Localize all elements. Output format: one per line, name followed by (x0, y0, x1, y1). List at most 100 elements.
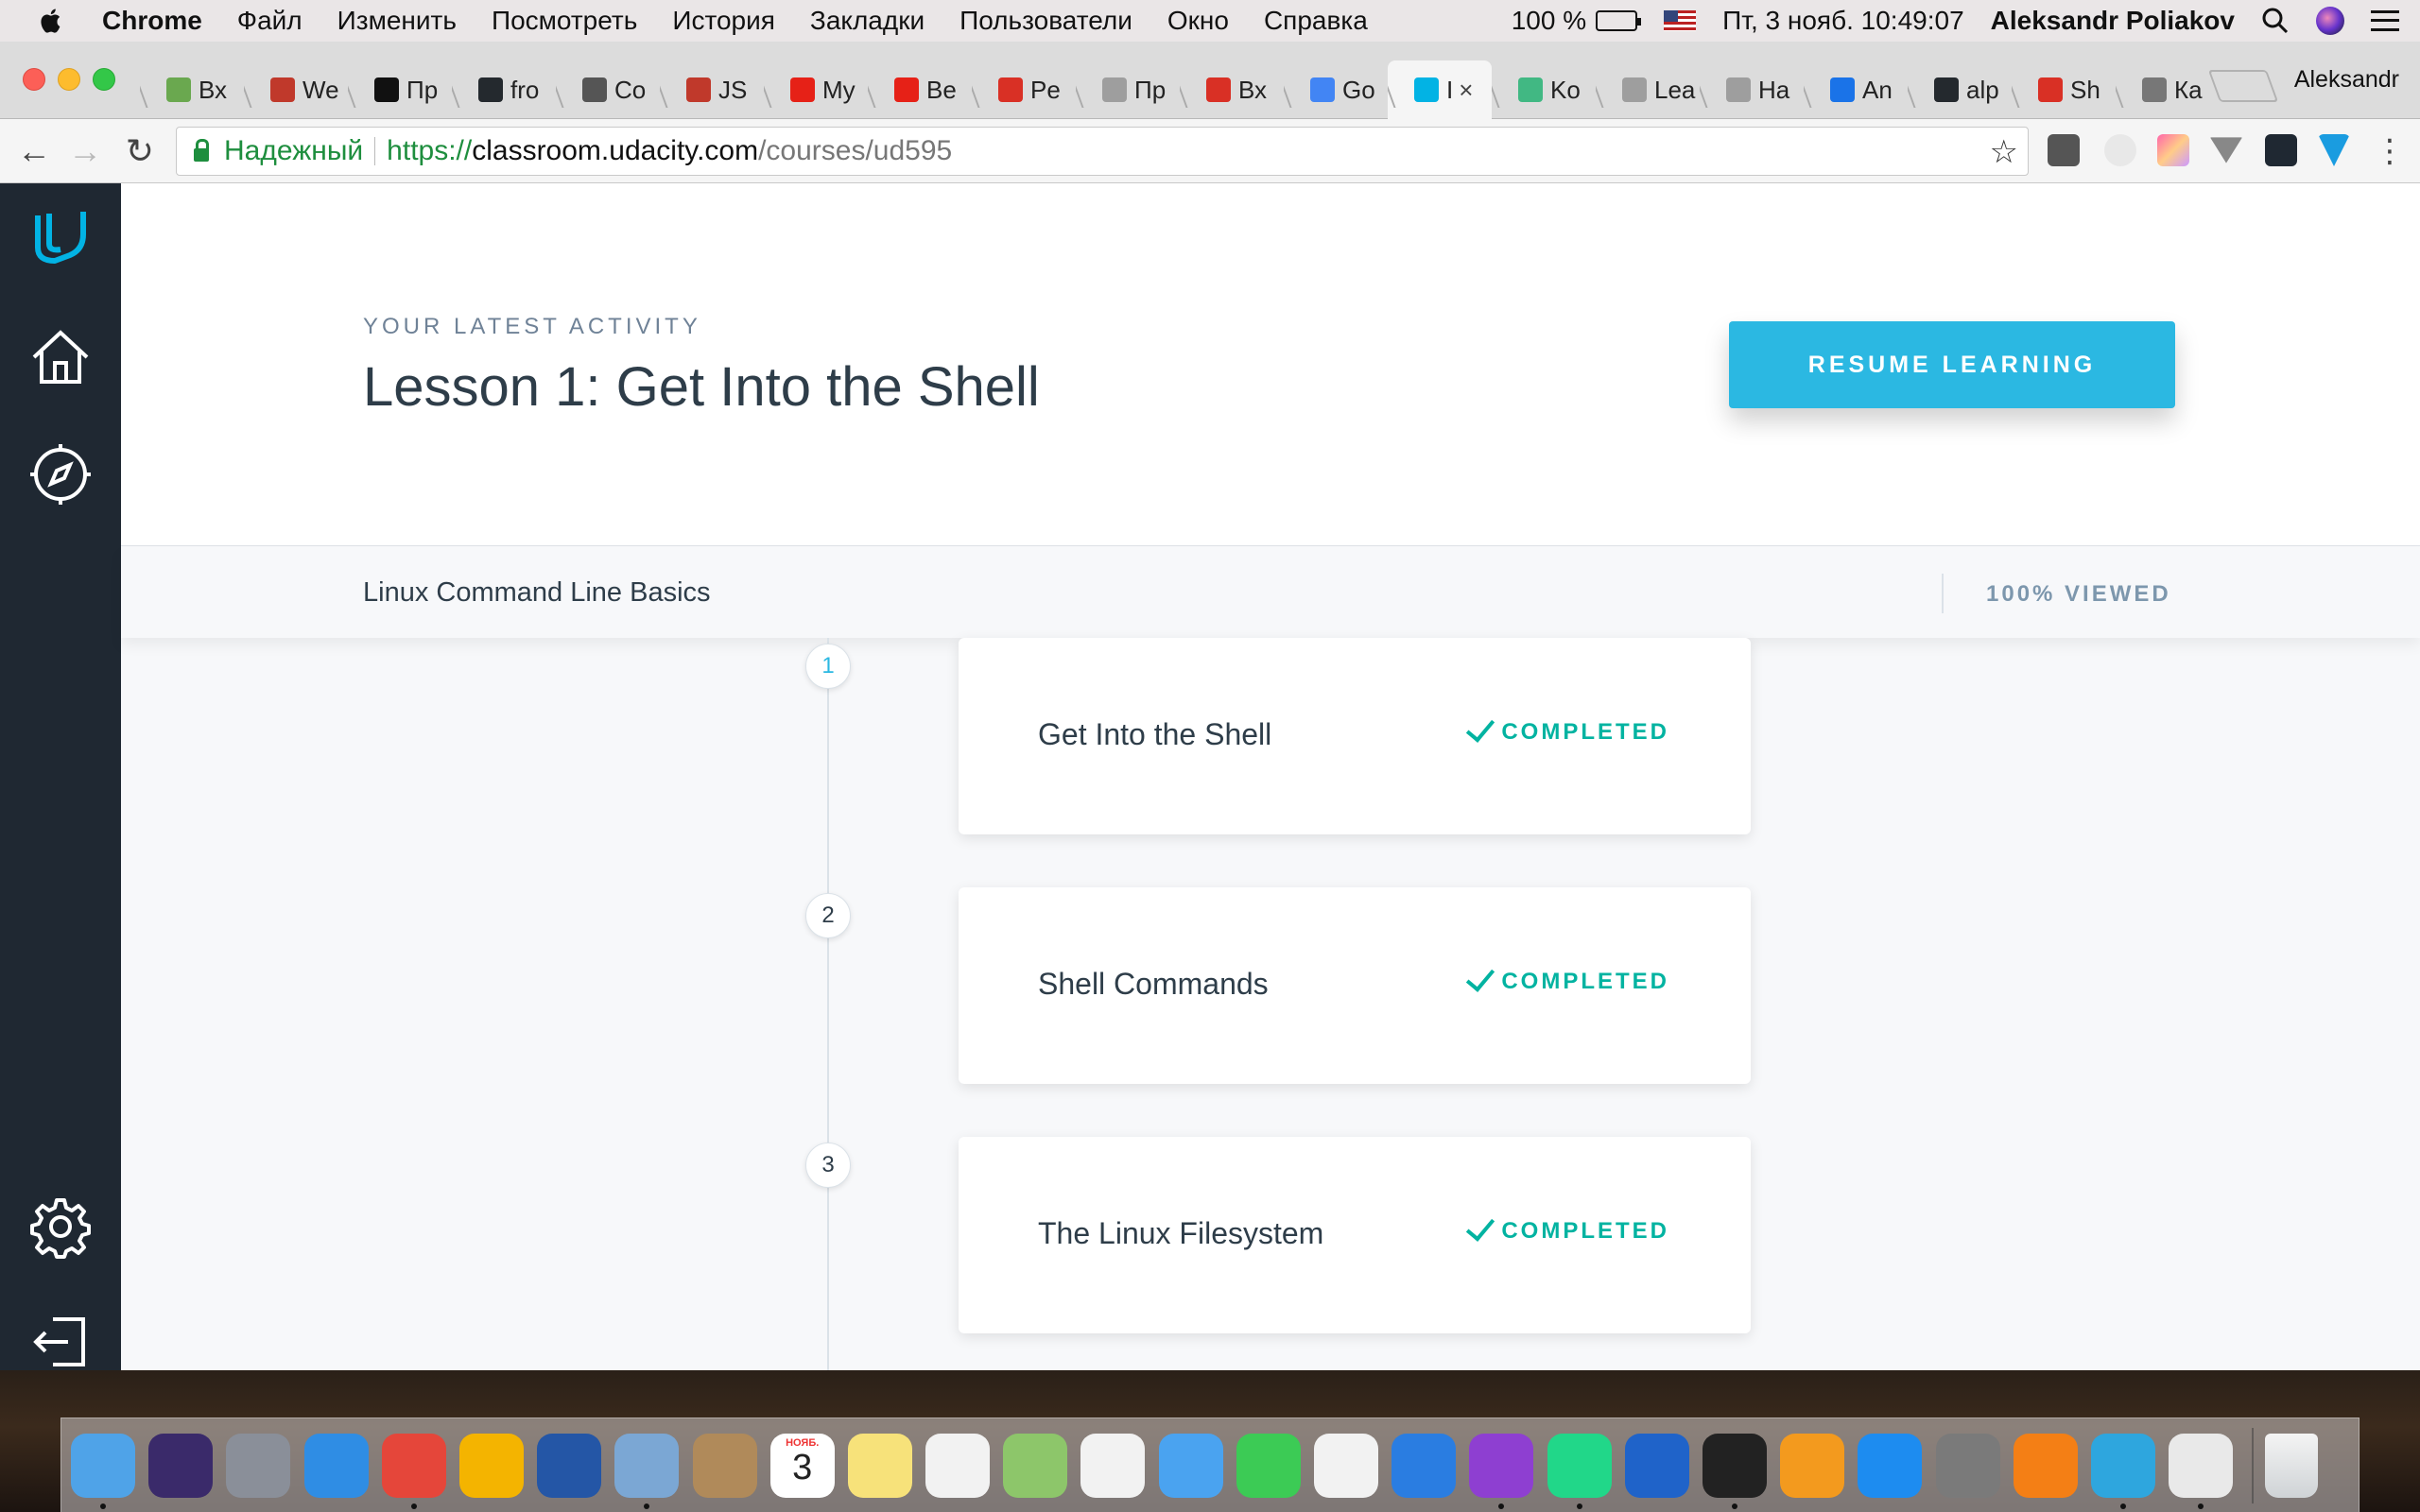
telegram-icon[interactable] (2090, 1433, 2155, 1509)
menubar-datetime[interactable]: Пт, 3 нояб. 10:49:07 (1722, 6, 1964, 36)
reload-button[interactable]: ↻ (121, 131, 159, 170)
lock-icon[interactable] (194, 139, 209, 162)
settings-gear-icon[interactable] (28, 1194, 93, 1259)
home-icon[interactable] (28, 325, 93, 389)
new-tab-button[interactable] (2207, 70, 2279, 102)
browser-tab[interactable]: My (764, 60, 868, 119)
contacts-icon[interactable] (692, 1433, 757, 1498)
notification-center-icon[interactable] (2371, 10, 2399, 31)
lesson-card[interactable]: The Linux Filesystem COMPLETED (959, 1137, 1751, 1333)
pocket-extension-icon[interactable] (2048, 134, 2080, 166)
browser-tab[interactable]: We (244, 60, 348, 119)
colorpicker-extension-icon[interactable] (2157, 134, 2189, 166)
trash-icon[interactable] (2265, 1433, 2319, 1498)
lesson-card[interactable]: Shell Commands COMPLETED (959, 887, 1751, 1084)
forward-button[interactable]: → (66, 131, 104, 170)
system-preferences-icon[interactable] (1935, 1433, 2000, 1498)
browser-tab[interactable]: На (1700, 60, 1804, 119)
vue-devtools-extension-icon[interactable] (2210, 137, 2242, 163)
mail-icon[interactable] (614, 1433, 680, 1509)
slack-icon[interactable] (2169, 1433, 2234, 1509)
terminal-icon[interactable] (1702, 1433, 1767, 1509)
chrome-canary-icon[interactable] (458, 1433, 524, 1498)
browser-tab[interactable]: Go (1284, 60, 1388, 119)
browser-tab[interactable]: alp (1908, 60, 2012, 119)
vuejs-extension-icon[interactable] (2318, 134, 2350, 166)
xcode-icon[interactable] (1392, 1433, 1457, 1498)
bookmark-star-icon[interactable]: ☆ (1990, 133, 2018, 171)
back-button[interactable]: ← (15, 131, 53, 170)
browser-tab[interactable]: Вх (140, 60, 244, 119)
url-host[interactable]: classroom.udacity.com (472, 135, 758, 167)
menu-view[interactable]: Посмотреть (492, 6, 637, 36)
menu-file[interactable]: Файл (237, 6, 302, 36)
facetime-icon[interactable] (1236, 1433, 1301, 1498)
spotlight-search-icon[interactable] (2261, 7, 2290, 35)
lesson-card[interactable]: Get Into the Shell COMPLETED (959, 638, 1751, 834)
browser-tab[interactable]: I × (1388, 60, 1492, 119)
launchpad-icon[interactable] (226, 1433, 291, 1498)
browser-tab[interactable]: An (1804, 60, 1908, 119)
menubar-user[interactable]: Aleksandr Poliakov (1991, 6, 2235, 36)
profile-name[interactable]: Aleksandr (2294, 66, 2399, 94)
browser-tab[interactable]: Ка (2116, 60, 2220, 119)
browser-tab[interactable]: Ko (1492, 60, 1596, 119)
battery-percent[interactable]: 100 % (1512, 6, 1586, 36)
pycharm-icon[interactable] (1547, 1433, 1612, 1509)
udacity-logo-icon[interactable] (28, 206, 93, 270)
menu-people[interactable]: Пользователи (959, 6, 1132, 36)
compass-icon[interactable] (28, 442, 93, 507)
vlc-icon[interactable] (2013, 1433, 2078, 1498)
calendar-icon[interactable]: НОЯБ. 3 (769, 1433, 835, 1498)
tab-close-icon[interactable]: × (1459, 76, 1473, 105)
udacity-extension-icon[interactable] (2265, 134, 2297, 166)
menu-bookmarks[interactable]: Закладки (810, 6, 925, 36)
menu-edit[interactable]: Изменить (337, 6, 457, 36)
maps-icon[interactable] (1003, 1433, 1068, 1498)
menu-window[interactable]: Окно (1167, 6, 1229, 36)
menu-help[interactable]: Справка (1264, 6, 1368, 36)
browser-tab[interactable]: fro (452, 60, 556, 119)
apple-icon[interactable] (38, 7, 66, 35)
menu-app-name[interactable]: Chrome (102, 6, 202, 36)
secure-label[interactable]: Надежный (224, 135, 363, 167)
siri-icon[interactable] (2316, 7, 2344, 35)
browser-tab[interactable]: Be (868, 60, 972, 119)
messages-icon[interactable] (1158, 1433, 1223, 1498)
extension-icon[interactable] (2104, 134, 2136, 166)
safari-icon[interactable] (303, 1433, 369, 1498)
firefox-icon[interactable] (537, 1433, 602, 1498)
url-path[interactable]: /courses/ud595 (758, 135, 952, 167)
input-source-flag-icon[interactable] (1664, 10, 1697, 31)
url-scheme[interactable]: https:// (387, 135, 472, 167)
app-store-icon[interactable] (1858, 1433, 1923, 1498)
browser-tab[interactable]: Pe (972, 60, 1076, 119)
chrome-menu-icon[interactable]: ⋮ (2371, 132, 2409, 170)
finder-icon[interactable] (71, 1433, 135, 1509)
browser-tab[interactable]: Co (556, 60, 660, 119)
browser-tab[interactable]: Пр (348, 60, 452, 119)
tab-title: alp (1966, 75, 1999, 104)
ibooks-icon[interactable] (1780, 1433, 1845, 1498)
window-zoom-button[interactable] (93, 68, 115, 91)
reminders-icon[interactable] (925, 1433, 991, 1498)
itunes-icon[interactable] (1314, 1433, 1378, 1498)
sourcetree-icon[interactable] (1624, 1433, 1689, 1498)
browser-tab[interactable]: JS (660, 60, 764, 119)
logout-icon[interactable] (28, 1310, 93, 1370)
browser-tab[interactable]: Sh (2012, 60, 2116, 119)
phpstorm-icon[interactable] (1469, 1433, 1534, 1509)
browser-tab[interactable]: Lea (1596, 60, 1700, 119)
browser-tab[interactable]: Пр (1076, 60, 1180, 119)
resume-learning-button[interactable]: RESUME LEARNING (1729, 321, 2175, 408)
chrome-icon[interactable] (381, 1433, 446, 1509)
menu-history[interactable]: История (672, 6, 775, 36)
photos-icon[interactable] (1080, 1433, 1146, 1498)
battery-icon[interactable] (1596, 10, 1642, 31)
window-minimize-button[interactable] (58, 68, 80, 91)
notes-icon[interactable] (847, 1433, 912, 1498)
browser-tab[interactable]: Вх (1180, 60, 1284, 119)
address-bar[interactable]: Надежный https://classroom.udacity.com/c… (176, 127, 2029, 176)
window-close-button[interactable] (23, 68, 45, 91)
siri-icon[interactable] (148, 1433, 214, 1498)
